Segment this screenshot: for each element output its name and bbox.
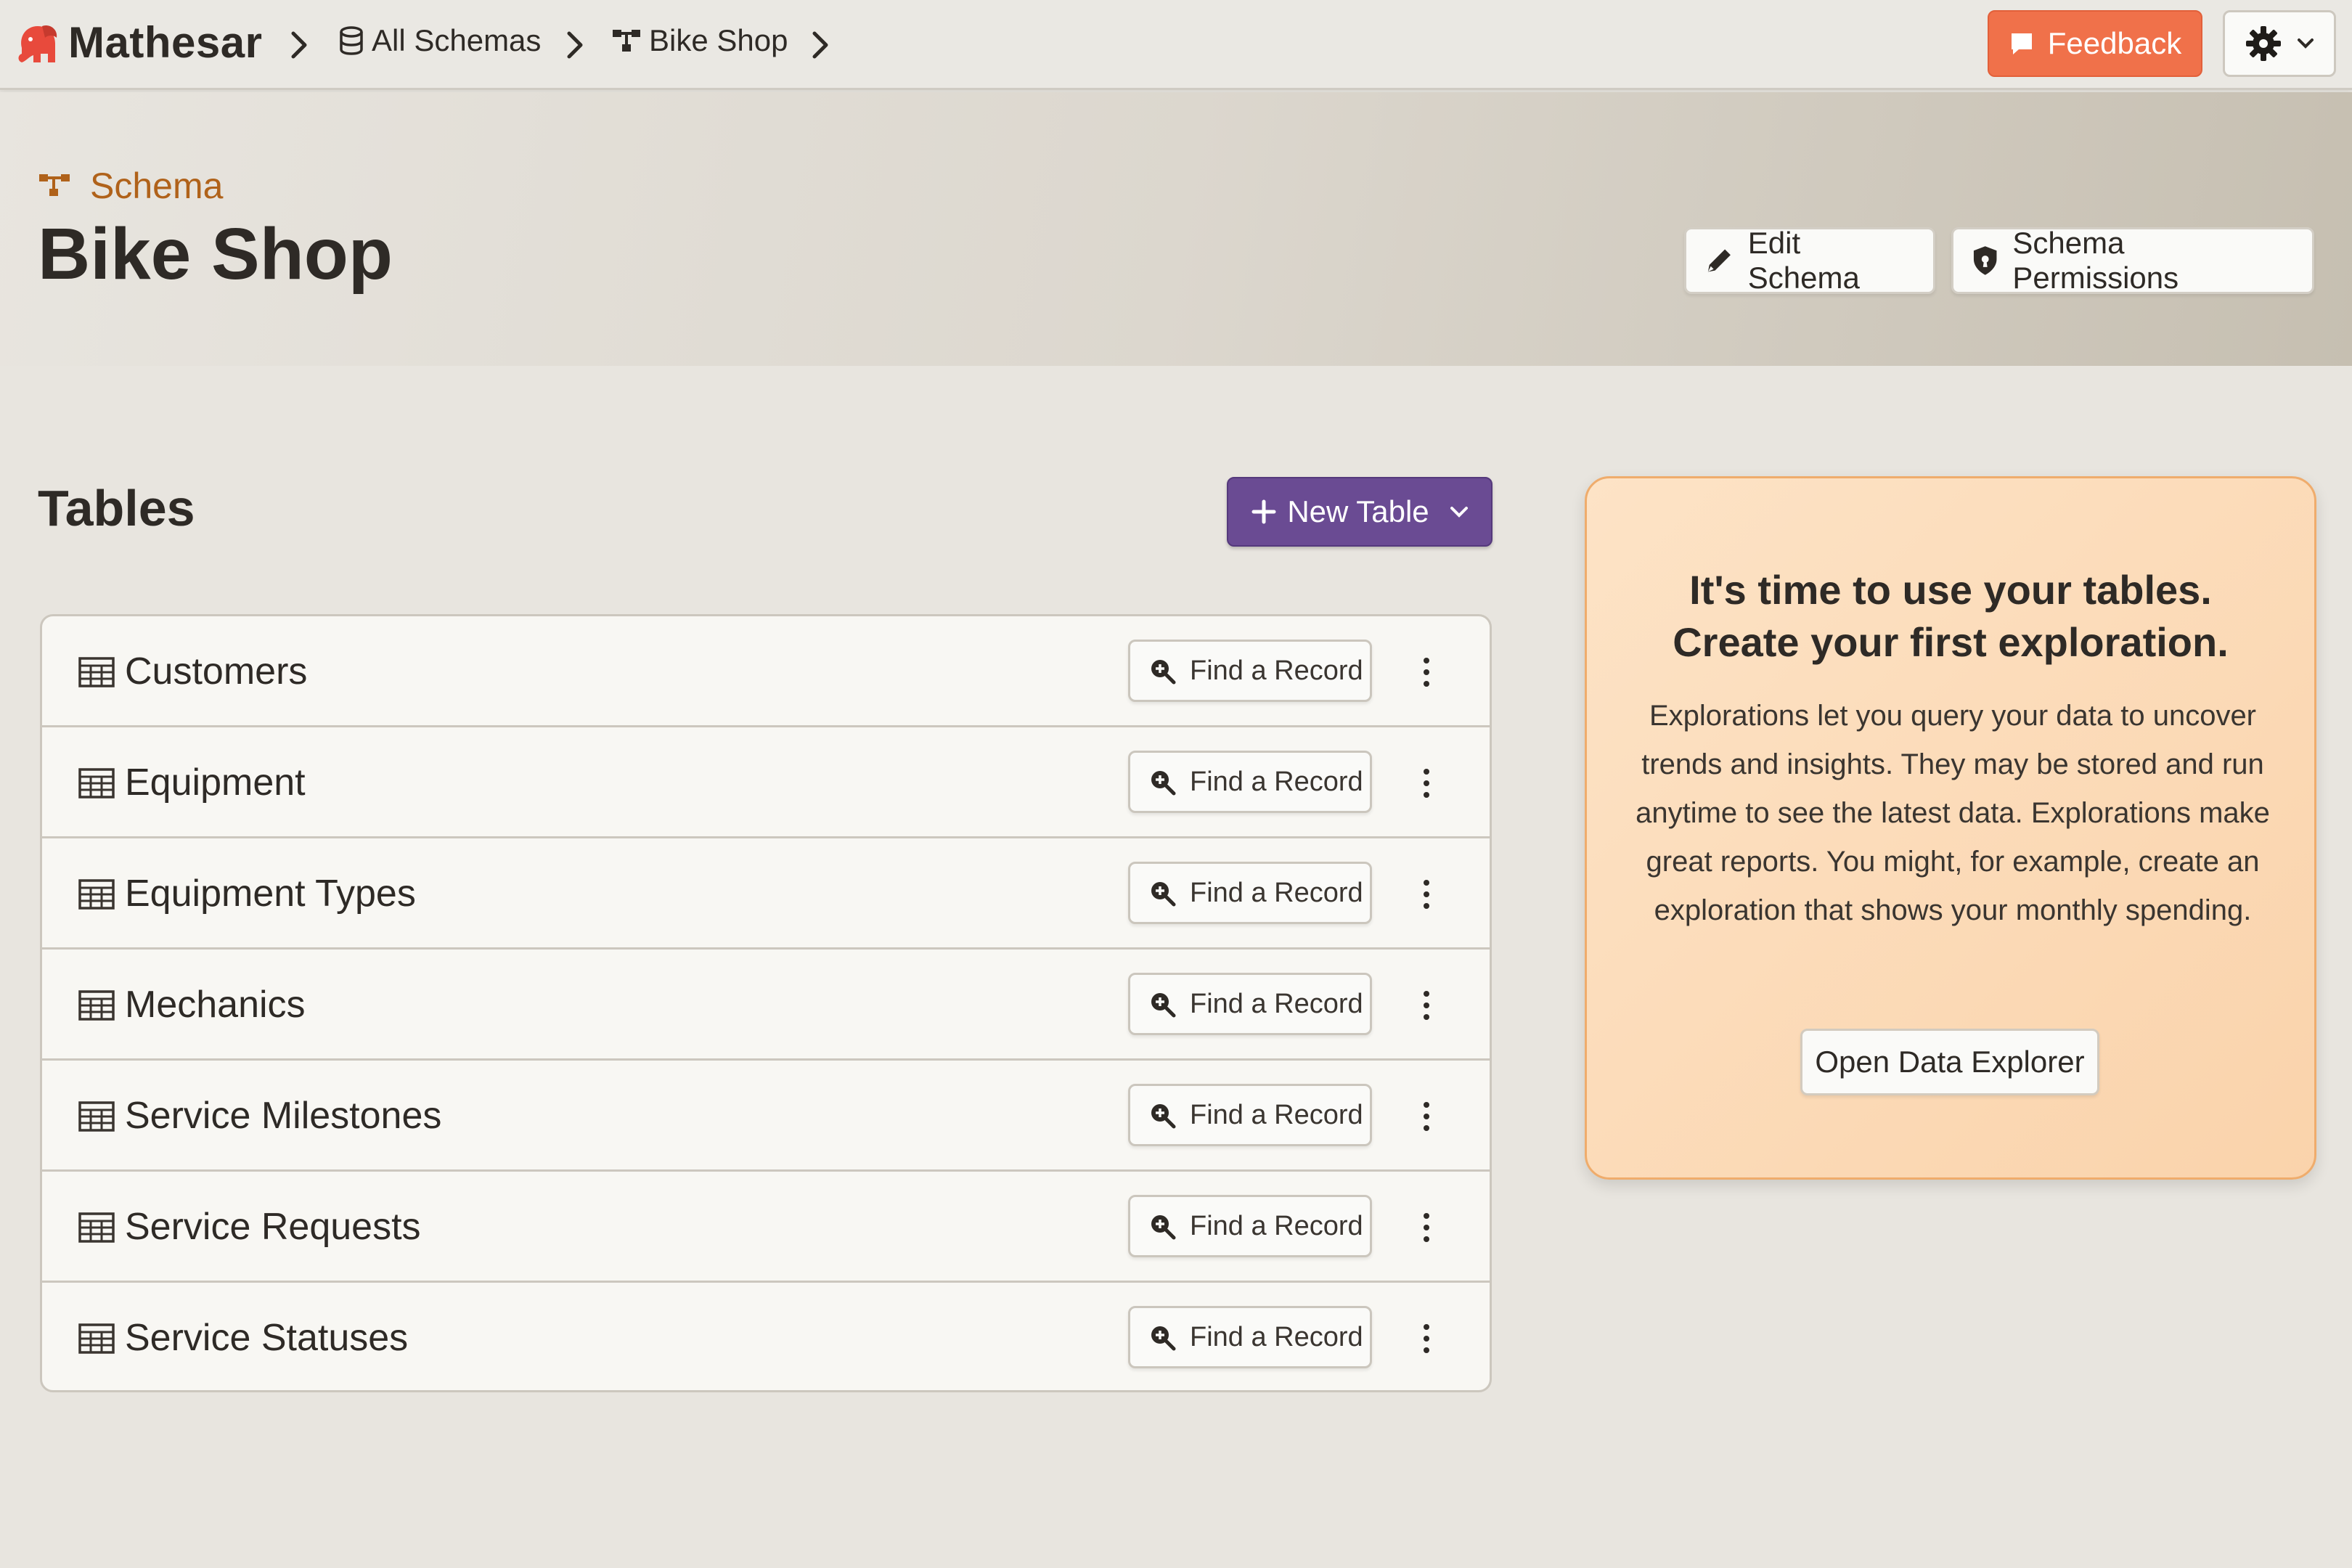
table-icon (78, 1323, 115, 1354)
tables-heading: Tables (38, 480, 195, 536)
find-record-label: Find a Record (1190, 655, 1363, 686)
find-record-button[interactable]: Find a Record (1128, 862, 1372, 924)
breadcrumb-label: All Schemas (372, 23, 542, 57)
table-icon (78, 657, 115, 687)
schema-permissions-button[interactable]: Schema Permissions (1951, 226, 2314, 295)
open-data-explorer-label: Open Data Explorer (1815, 1045, 2085, 1079)
open-data-explorer-button[interactable]: Open Data Explorer (1800, 1029, 2099, 1095)
table-icon (78, 1212, 115, 1243)
app-logo-link[interactable]: Mathesar (16, 17, 262, 68)
table-name[interactable]: Equipment Types (125, 872, 416, 915)
find-record-label: Find a Record (1190, 1210, 1363, 1241)
more-options-icon[interactable] (1416, 987, 1437, 1024)
find-record-button[interactable]: Find a Record (1128, 640, 1372, 702)
table-icon (78, 879, 115, 910)
find-record-button[interactable]: Find a Record (1128, 751, 1372, 813)
more-options-icon[interactable] (1416, 876, 1437, 912)
table-name[interactable]: Service Milestones (125, 1094, 441, 1138)
schema-permissions-label: Schema Permissions (2012, 226, 2179, 295)
feedback-label: Feedback (2047, 26, 2182, 60)
table-icon (78, 768, 115, 799)
search-plus-icon (1151, 1326, 1176, 1351)
table-icon (78, 1101, 115, 1132)
find-record-button[interactable]: Find a Record (1128, 1084, 1372, 1146)
find-record-label: Find a Record (1190, 766, 1363, 797)
feedback-button[interactable]: Feedback (1988, 10, 2202, 77)
exploration-card-body: Explorations let you query your data to … (1636, 700, 2270, 926)
shield-icon (1973, 246, 1997, 275)
exploration-title-line2: Create your first exploration. (1673, 619, 2229, 665)
edit-schema-button[interactable]: Edit Schema (1684, 226, 1935, 295)
table-row-equipment-types[interactable]: Equipment Types Find a Record (42, 838, 1490, 950)
gear-icon (2246, 26, 2281, 61)
plus-icon (1251, 499, 1276, 524)
find-record-label: Find a Record (1190, 877, 1363, 908)
search-plus-icon (1151, 771, 1176, 796)
exploration-promo-card: It's time to use your tables. Create you… (1585, 476, 2316, 1180)
search-plus-icon (1151, 993, 1176, 1018)
new-table-label: New Table (1287, 494, 1429, 528)
chat-bubble-icon (2011, 33, 2032, 54)
database-icon (340, 26, 363, 55)
search-plus-icon (1151, 660, 1176, 685)
new-table-button[interactable]: New Table (1227, 477, 1493, 547)
schema-icon (39, 174, 70, 196)
schema-icon (613, 30, 640, 52)
breadcrumb-bike-shop[interactable]: Bike Shop (611, 23, 788, 58)
table-row-customers[interactable]: Customers Find a Record (42, 616, 1490, 727)
chevron-right-icon (291, 31, 307, 59)
page-title: Bike Shop (38, 213, 393, 295)
table-name[interactable]: Service Statuses (125, 1316, 408, 1360)
page-header: Schema Bike Shop Edit Schema Schema Perm… (0, 92, 2352, 366)
find-record-label: Find a Record (1190, 1321, 1363, 1352)
more-options-icon[interactable] (1416, 765, 1437, 801)
find-record-label: Find a Record (1190, 1099, 1363, 1130)
chevron-down-icon (1450, 507, 1468, 518)
chevron-down-icon (2298, 38, 2314, 49)
schema-kind-label: Schema (38, 165, 223, 207)
more-options-icon[interactable] (1416, 1098, 1437, 1135)
exploration-title-line1: It's time to use your tables. (1689, 567, 2212, 613)
table-name[interactable]: Equipment (125, 761, 306, 804)
mathesar-elephant-icon (18, 25, 57, 62)
exploration-card-title: It's time to use your tables. Create you… (1587, 564, 2314, 669)
breadcrumb-all-schemas[interactable]: All Schemas (338, 23, 541, 58)
table-name[interactable]: Service Requests (125, 1205, 421, 1249)
chevron-right-icon (567, 31, 583, 59)
settings-menu-button[interactable] (2223, 10, 2336, 77)
more-options-icon[interactable] (1416, 1209, 1437, 1246)
schema-kind-text: Schema (90, 166, 224, 206)
table-name[interactable]: Customers (125, 650, 307, 693)
table-icon (78, 990, 115, 1021)
search-plus-icon (1151, 1104, 1176, 1129)
table-row-equipment[interactable]: Equipment Find a Record (42, 727, 1490, 838)
table-row-service-statuses[interactable]: Service Statuses Find a Record (42, 1283, 1490, 1390)
tables-list: Customers Find a Record Equipment Find a… (40, 614, 1492, 1392)
table-name[interactable]: Mechanics (125, 983, 306, 1026)
more-options-icon[interactable] (1416, 1320, 1437, 1357)
find-record-label: Find a Record (1190, 988, 1363, 1019)
edit-schema-label: Edit Schema (1747, 226, 1860, 295)
app-name: Mathesar (68, 18, 263, 67)
breadcrumb-label: Bike Shop (649, 23, 788, 57)
pencil-icon (1707, 249, 1731, 272)
more-options-icon[interactable] (1416, 654, 1437, 690)
table-row-service-milestones[interactable]: Service Milestones Find a Record (42, 1061, 1490, 1172)
find-record-button[interactable]: Find a Record (1128, 1306, 1372, 1368)
find-record-button[interactable]: Find a Record (1128, 1195, 1372, 1257)
search-plus-icon (1151, 882, 1176, 907)
search-plus-icon (1151, 1215, 1176, 1240)
chevron-right-icon[interactable] (806, 28, 835, 62)
table-row-service-requests[interactable]: Service Requests Find a Record (42, 1172, 1490, 1283)
top-navigation-bar: Mathesar All Schemas Bike Shop Feedback (0, 0, 2352, 90)
find-record-button[interactable]: Find a Record (1128, 973, 1372, 1035)
table-row-mechanics[interactable]: Mechanics Find a Record (42, 950, 1490, 1061)
